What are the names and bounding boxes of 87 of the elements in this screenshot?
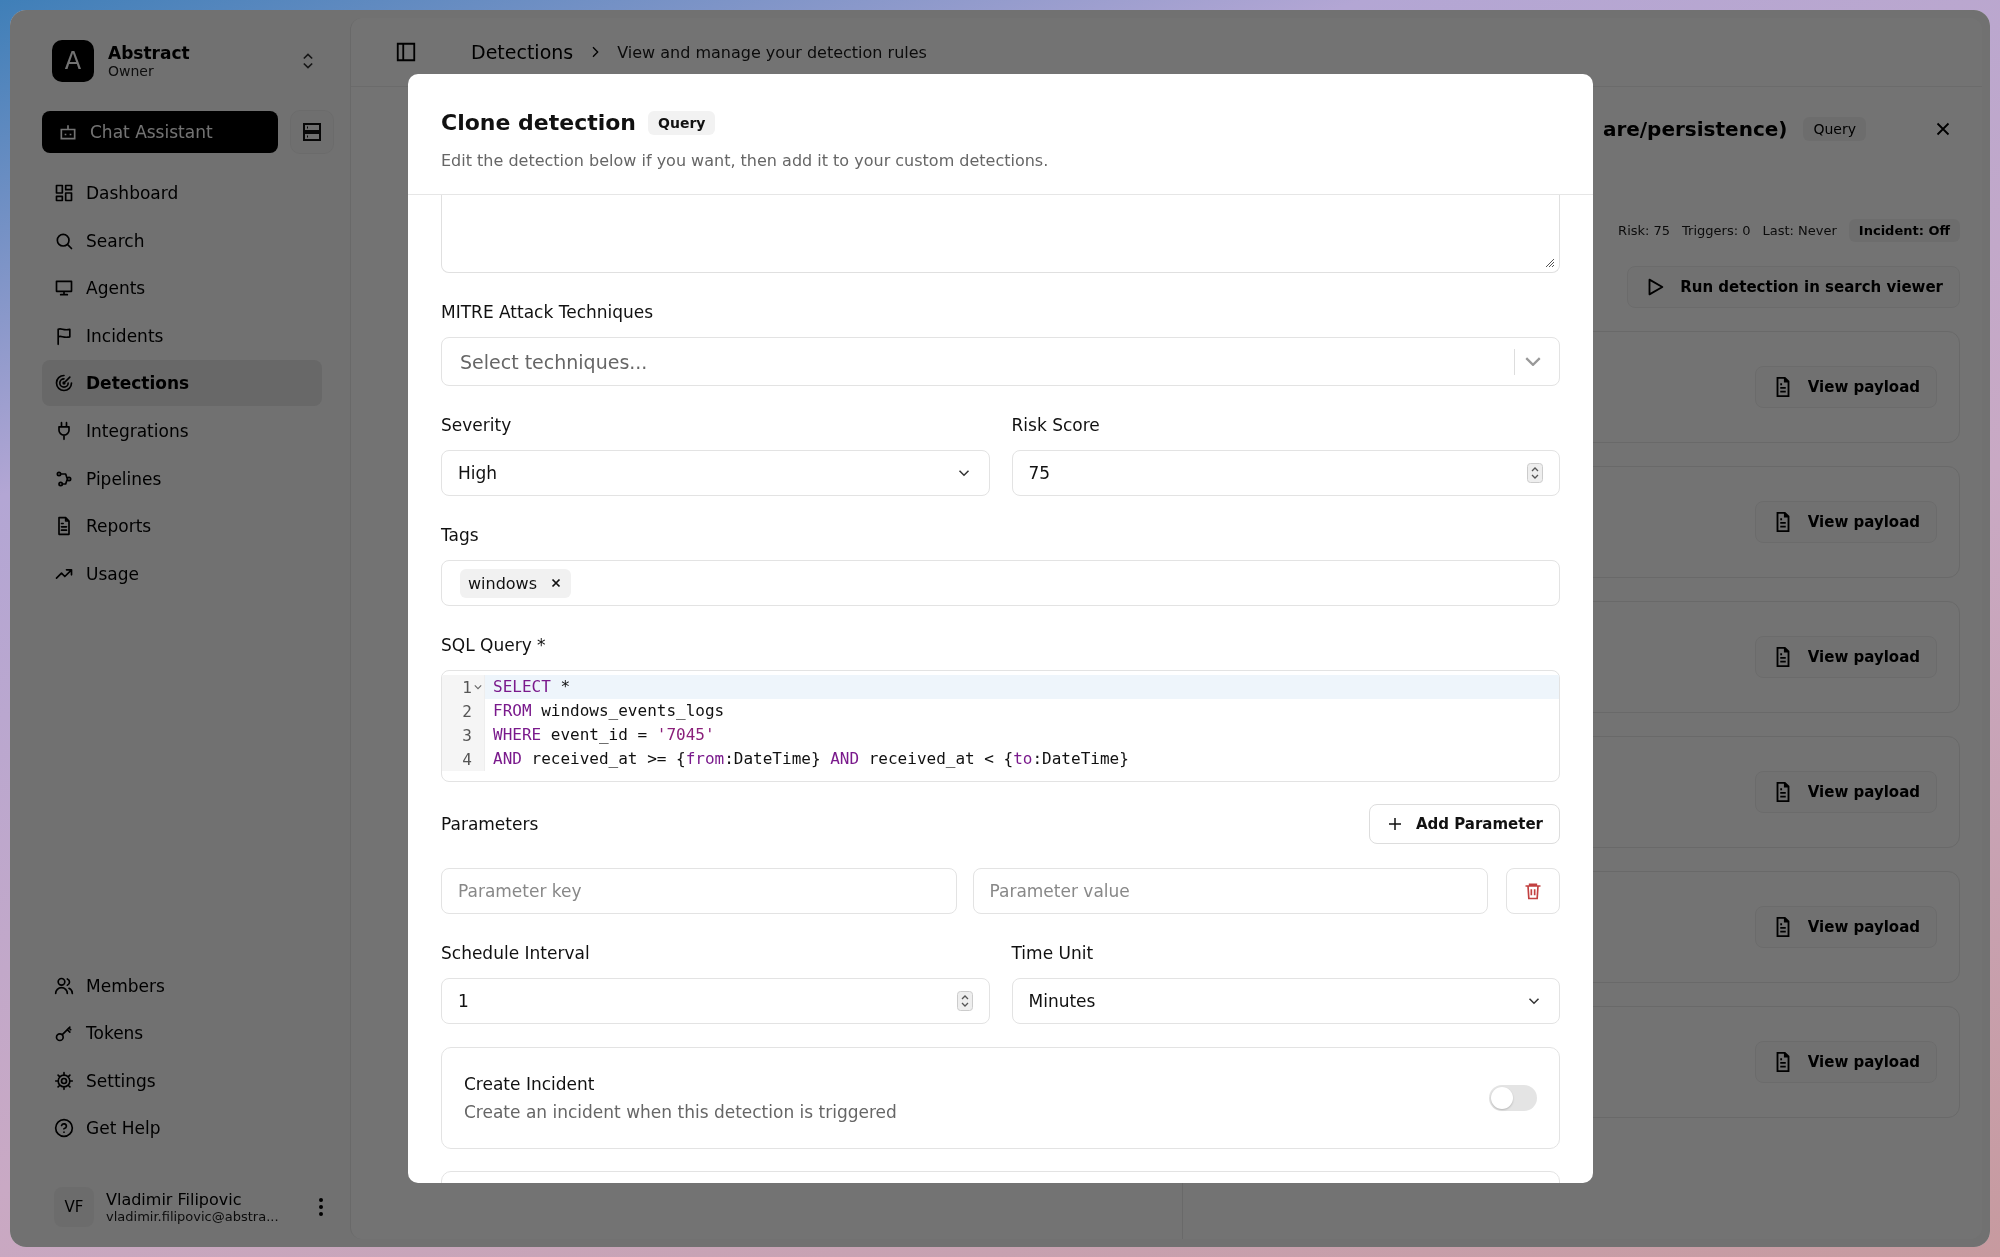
sidebar-item[interactable]: Pipelines [42, 455, 322, 502]
field-label: Tags [441, 524, 480, 546]
workspace-name: Abstract [108, 43, 191, 63]
help-icon [54, 1118, 74, 1139]
line-number: 4 [462, 749, 472, 769]
sidebar-item[interactable]: Dashboard [42, 170, 322, 216]
parameter-key-field[interactable]: Parameter key [441, 868, 957, 914]
time-unit-select[interactable]: Minutes [1011, 978, 1560, 1024]
sidebar-item[interactable]: Get Help [42, 1105, 322, 1152]
sidebar-toggle-icon[interactable] [395, 41, 417, 63]
sidebar-item[interactable]: Reports [42, 503, 322, 550]
sidebar-item[interactable]: Members [42, 962, 322, 1009]
code-line: AND received_at >= {from:DateTime} AND received_at < {to:DateTime} [492, 748, 1130, 770]
user-avatar: VF [54, 1187, 94, 1227]
tags-field[interactable]: windows [441, 560, 1560, 606]
meta-text: Triggers: 0 [1682, 223, 1751, 238]
view-payload-button[interactable]: View payload [1754, 771, 1937, 813]
view-payload-button[interactable]: View payload [1754, 636, 1937, 678]
type-badge: Query [648, 110, 716, 135]
techniques-select[interactable]: Select techniques... [441, 337, 1560, 386]
breadcrumb-link[interactable]: Detections [471, 41, 574, 63]
add-parameter-button[interactable]: Add Parameter [1368, 804, 1560, 844]
field-label: Severity [441, 414, 513, 436]
view-payload-button[interactable]: View payload [1754, 1041, 1937, 1083]
sidebar-item[interactable]: Usage [42, 550, 322, 597]
view-payload-button[interactable]: View payload [1754, 366, 1937, 408]
setting-description: Create an incident when this detection is triggered [464, 1102, 898, 1122]
field-label: Parameters [441, 813, 539, 835]
flag-icon [54, 325, 74, 346]
grid-icon [54, 183, 74, 203]
resize-grip-icon[interactable] [1545, 258, 1555, 268]
fold-caret-icon[interactable] [474, 683, 482, 691]
description-field[interactable] [441, 195, 1560, 273]
workspace-avatar: A [52, 40, 94, 82]
run-detection-button[interactable]: Run detection in search viewer [1627, 266, 1960, 308]
delete-button[interactable] [1506, 868, 1560, 914]
layout-button[interactable] [290, 110, 334, 154]
detection-title: are/persistence) [1602, 117, 1788, 141]
more-icon[interactable] [318, 1197, 324, 1217]
sql-editor[interactable]: 1 SELECT * 2 FROM windows_events_logs 3 WHERE event_id = '7045' 4 AND received_at >= {from:DateTime} AND received_at < {to:DateTime} [441, 670, 1560, 782]
robot-icon [58, 122, 78, 142]
field-label: SQL Query * [441, 634, 547, 656]
dialog-title: Clone detection [441, 110, 637, 135]
line-number: 1 [462, 677, 472, 697]
field-label: Risk Score [1011, 414, 1101, 436]
view-payload-button[interactable]: View payload [1754, 906, 1937, 948]
user-email: vladimir.filipovic@abstra... [106, 1209, 280, 1224]
view-payload-button[interactable]: View payload [1754, 501, 1937, 543]
severity-select[interactable]: High [441, 450, 990, 496]
meta-text: Risk: 75 [1618, 223, 1671, 238]
chat-assistant-button[interactable]: Chat Assistant [42, 111, 279, 153]
settings-icon [54, 1070, 74, 1091]
radar-icon [54, 373, 74, 394]
user-name: Vladimir Filipovic [106, 1190, 243, 1209]
people-icon [54, 975, 74, 996]
sidebar-item[interactable]: Integrations [42, 407, 322, 454]
field-label: Time Unit [1011, 942, 1095, 964]
sidebar-item[interactable]: Agents [42, 265, 322, 312]
workspace-role: Owner [108, 63, 155, 79]
stepper-icon[interactable] [956, 991, 973, 1011]
field-label: MITRE Attack Techniques [441, 301, 655, 323]
toggle-switch[interactable] [1489, 1085, 1537, 1111]
trash-icon [1523, 881, 1543, 901]
setting-title: Create Incident [464, 1074, 596, 1094]
page-description: View and manage your detection rules [617, 42, 927, 62]
meta-text: Last: Never [1762, 223, 1837, 238]
monitor-icon [54, 278, 74, 299]
sidebar-item[interactable]: Tokens [42, 1010, 322, 1057]
chevron-down-icon [1525, 357, 1541, 366]
risk-score-input[interactable]: 75 [1011, 450, 1560, 496]
line-number: 2 [462, 701, 472, 721]
type-badge: Query [1803, 117, 1866, 141]
parameter-value-field[interactable]: Parameter value [972, 868, 1488, 914]
sidebar-item[interactable]: Settings [42, 1057, 322, 1104]
code-line: WHERE event_id = '7045' [492, 724, 716, 746]
incident-badge: Incident: Off [1848, 219, 1960, 242]
stepper-icon[interactable] [1527, 463, 1543, 483]
tag-chip: windows [460, 568, 572, 598]
code-line: FROM windows_events_logs [492, 700, 726, 722]
line-number: 3 [462, 725, 472, 745]
field-label: Schedule Interval [441, 942, 591, 964]
sidebar-item[interactable]: Incidents [42, 312, 322, 359]
sidebar-item[interactable]: Search [42, 217, 322, 264]
sidebar-item[interactable]: Detections [42, 360, 322, 407]
schedule-interval-input[interactable]: 1 [441, 978, 990, 1024]
key-icon [54, 1023, 74, 1044]
dialog-subtitle: Edit the detection below if you want, then add it to your custom detections. [441, 151, 1050, 170]
